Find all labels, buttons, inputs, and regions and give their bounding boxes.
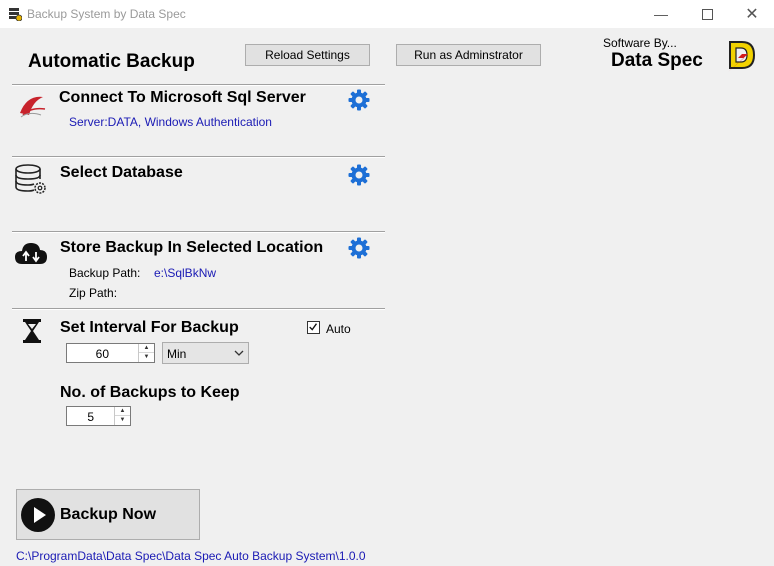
database-settings-gear-icon[interactable] bbox=[348, 164, 370, 186]
brand-caption: Software By... bbox=[603, 36, 677, 50]
close-button[interactable]: ✕ bbox=[729, 0, 774, 28]
auto-label: Auto bbox=[326, 322, 351, 336]
sql-section-title: Connect To Microsoft Sql Server bbox=[59, 89, 306, 106]
backup-now-label: Backup Now bbox=[60, 505, 157, 523]
interval-unit-select[interactable]: Min bbox=[162, 342, 249, 364]
divider bbox=[12, 84, 385, 86]
title-bar: Backup System by Data Spec — ✕ bbox=[0, 0, 774, 28]
backup-now-button[interactable]: Backup Now bbox=[16, 489, 200, 540]
minimize-button[interactable]: — bbox=[638, 0, 684, 28]
divider bbox=[12, 308, 385, 310]
page-title: Automatic Backup bbox=[28, 51, 195, 72]
cloud-upload-download-icon bbox=[15, 243, 47, 264]
sql-settings-gear-icon[interactable] bbox=[348, 89, 370, 111]
interval-section-title: Set Interval For Backup bbox=[60, 319, 239, 336]
window-title: Backup System by Data Spec bbox=[27, 7, 186, 21]
backup-path-value[interactable]: e:\SqlBkNw bbox=[154, 266, 216, 280]
spin-down-icon[interactable]: ▼ bbox=[139, 353, 154, 362]
interval-stepper[interactable]: 60 ▲ ▼ bbox=[66, 343, 155, 363]
sql-server-icon bbox=[20, 96, 46, 118]
reload-settings-button[interactable]: Reload Settings bbox=[245, 44, 370, 66]
database-section-title: Select Database bbox=[60, 164, 183, 181]
hourglass-icon bbox=[23, 319, 41, 343]
keep-count-value: 5 bbox=[87, 410, 94, 424]
minimize-icon: — bbox=[654, 6, 668, 22]
chevron-down-icon bbox=[234, 350, 244, 356]
spin-up-icon[interactable]: ▲ bbox=[115, 407, 130, 416]
server-info-link[interactable]: Server:DATA, Windows Authentication bbox=[69, 115, 272, 129]
backup-path-label: Backup Path: bbox=[69, 266, 141, 280]
location-section-title: Store Backup In Selected Location bbox=[60, 239, 324, 256]
maximize-button[interactable] bbox=[684, 0, 730, 28]
spin-up-icon[interactable]: ▲ bbox=[139, 344, 154, 353]
spin-down-icon[interactable]: ▼ bbox=[115, 416, 130, 425]
interval-value: 60 bbox=[95, 347, 109, 361]
maximize-icon bbox=[701, 8, 713, 20]
close-icon: ✕ bbox=[745, 6, 759, 23]
app-icon bbox=[9, 8, 22, 21]
divider bbox=[12, 231, 385, 233]
data-spec-logo bbox=[728, 40, 756, 72]
database-settings-icon bbox=[15, 164, 46, 194]
location-settings-gear-icon[interactable] bbox=[348, 237, 370, 259]
zip-path-label: Zip Path: bbox=[69, 286, 118, 300]
keep-section-title: No. of Backups to Keep bbox=[60, 384, 240, 401]
checkmark-icon bbox=[309, 323, 318, 331]
keep-count-stepper[interactable]: 5 ▲ ▼ bbox=[66, 406, 131, 426]
play-icon bbox=[21, 497, 55, 532]
divider bbox=[12, 156, 385, 158]
auto-checkbox[interactable] bbox=[307, 321, 320, 334]
brand-name: Data Spec bbox=[611, 50, 703, 71]
install-path: C:\ProgramData\Data Spec\Data Spec Auto … bbox=[16, 549, 366, 563]
run-as-admin-button[interactable]: Run as Adminstrator bbox=[396, 44, 541, 66]
interval-unit-value: Min bbox=[167, 347, 187, 361]
